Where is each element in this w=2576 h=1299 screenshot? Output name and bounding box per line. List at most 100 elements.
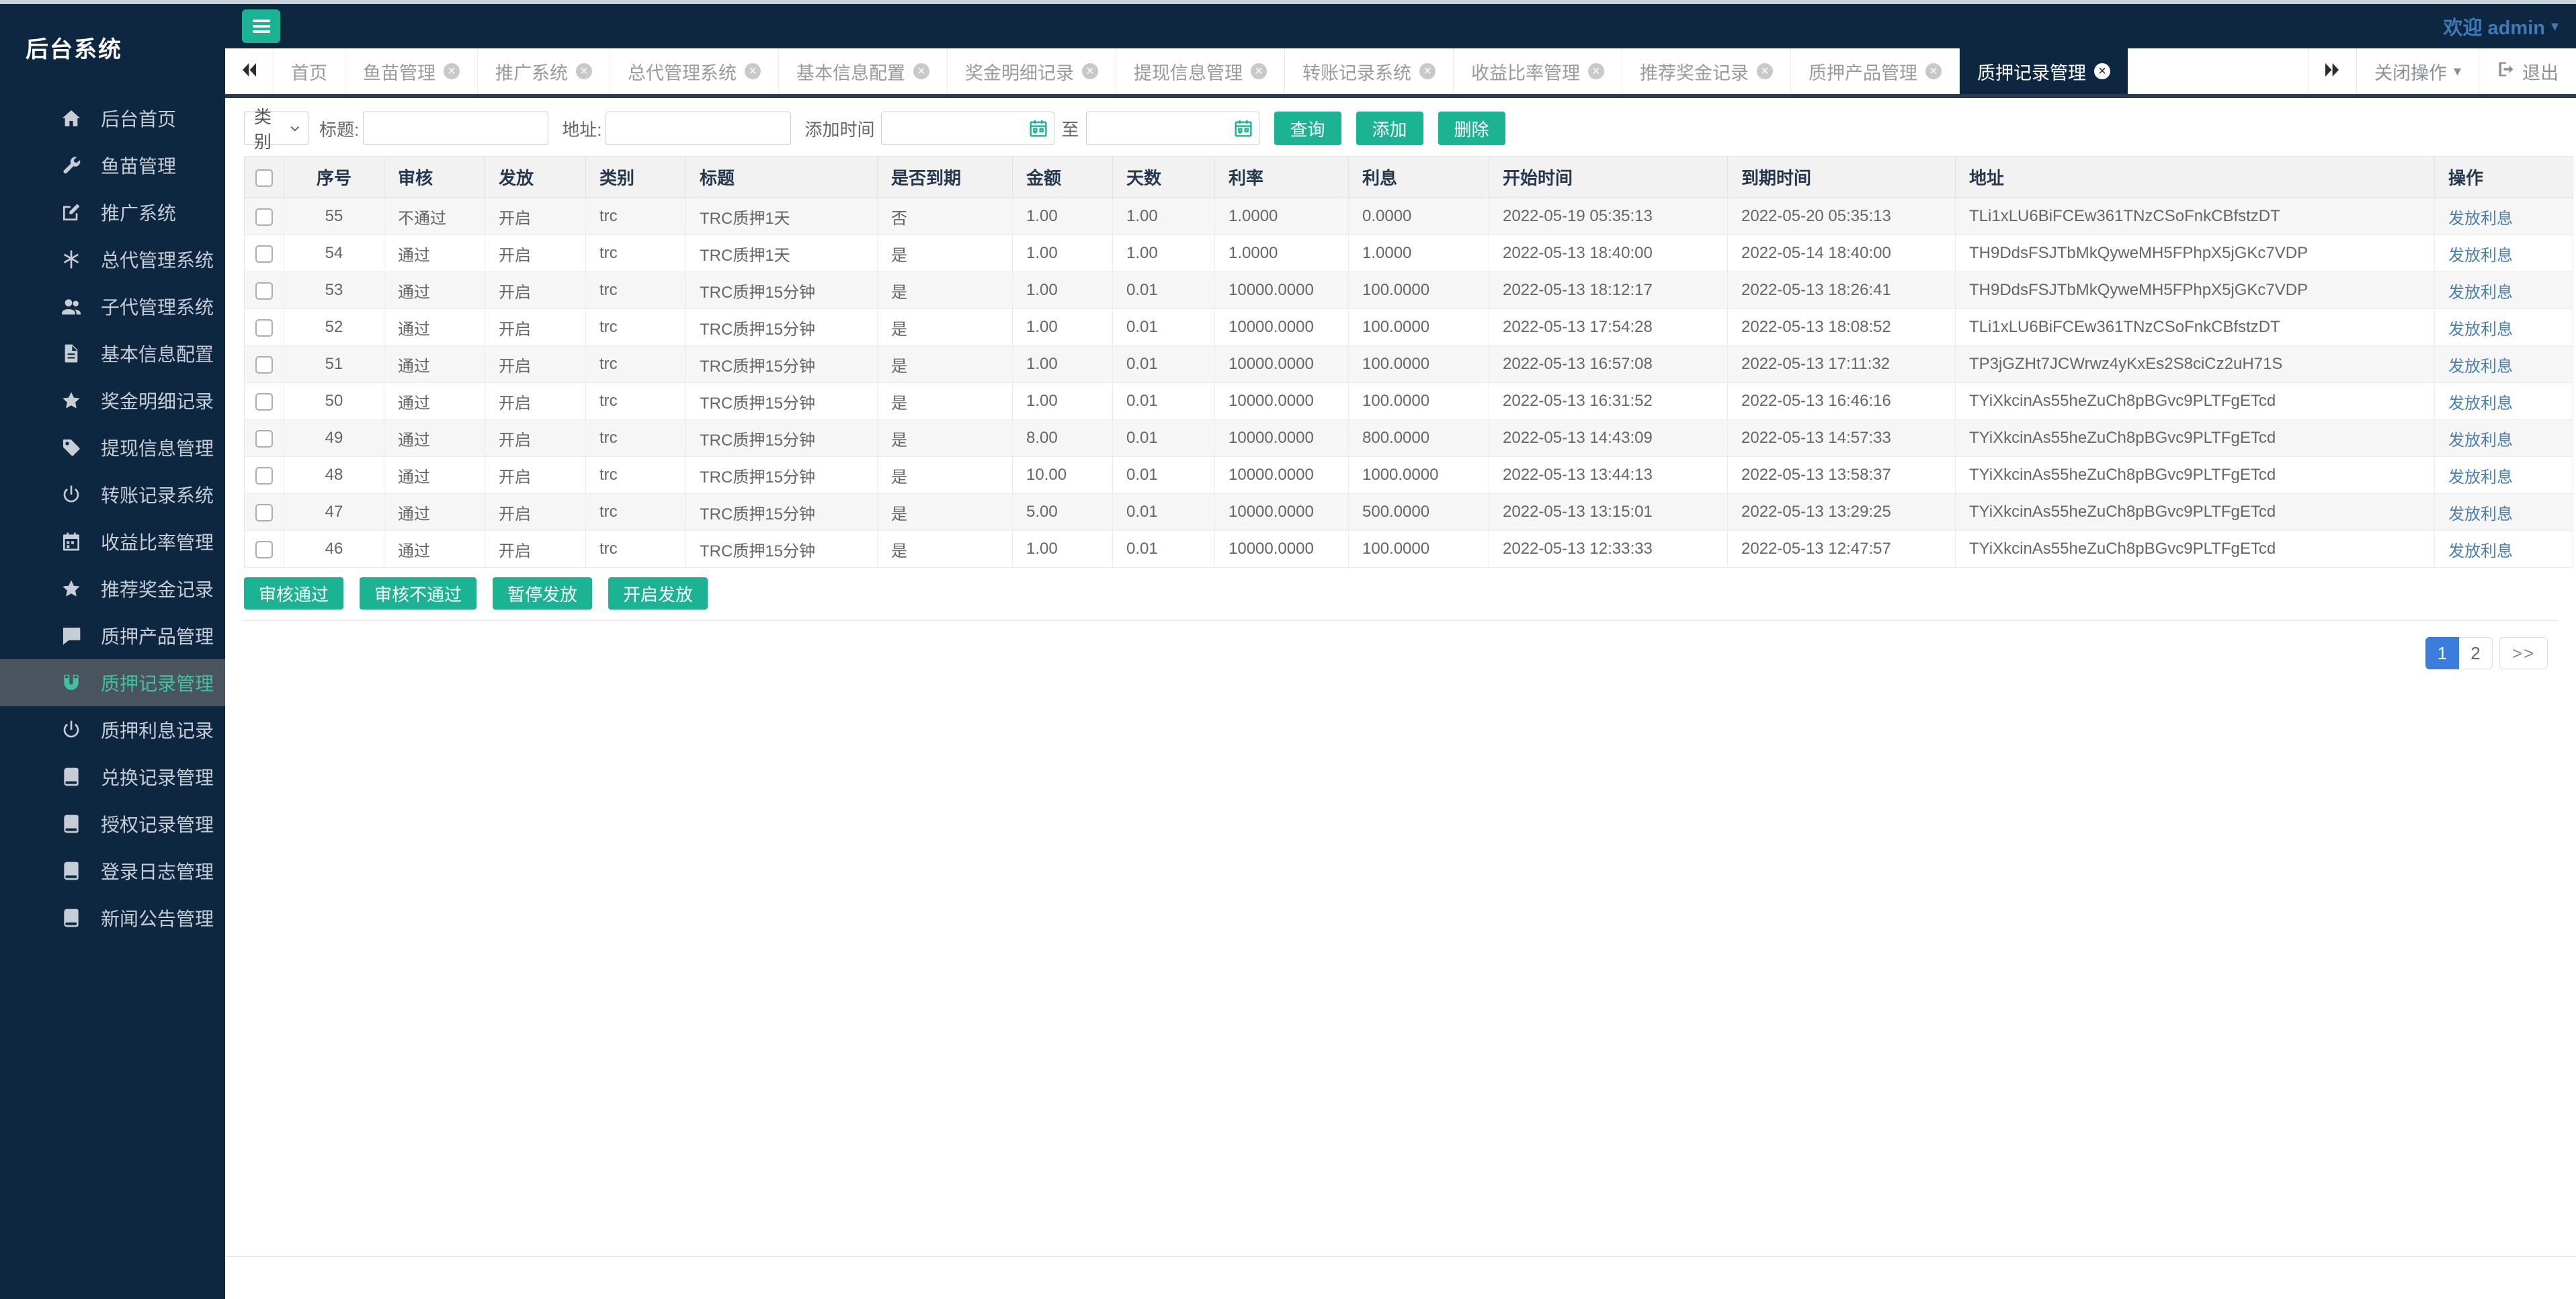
sidebar-item-9[interactable]: 转账记录系统	[0, 471, 225, 518]
sidebar-item-14[interactable]: 质押利息记录	[0, 706, 225, 753]
sidebar-item-3[interactable]: 推广系统	[0, 189, 225, 236]
sidebar-toggle-button[interactable]	[242, 9, 280, 43]
column-header-category: 类别	[585, 156, 686, 198]
row-checkbox[interactable]	[255, 208, 273, 226]
tab-close-icon[interactable]: ×	[1419, 63, 1436, 79]
page-button-2[interactable]: 2	[2459, 637, 2493, 669]
tab-12[interactable]: 质押记录管理 ×	[1960, 48, 2128, 94]
issue-interest-link[interactable]: 发放利息	[2448, 542, 2513, 560]
tab-close-icon[interactable]: ×	[1588, 63, 1604, 79]
tab-close-icon[interactable]: ×	[913, 63, 929, 79]
tab-6[interactable]: 奖金明细记录 ×	[948, 48, 1116, 94]
sign-out-icon	[2497, 60, 2516, 83]
tab-close-icon[interactable]: ×	[1757, 63, 1773, 79]
row-checkbox[interactable]	[255, 282, 273, 300]
cell-rate: 10000.0000	[1214, 419, 1349, 457]
sidebar-item-12[interactable]: 质押产品管理	[0, 612, 225, 659]
issue-interest-link[interactable]: 发放利息	[2448, 431, 2513, 450]
issue-interest-link[interactable]: 发放利息	[2448, 321, 2513, 339]
column-header-end: 到期时间	[1727, 156, 1956, 198]
column-header-audit: 审核	[384, 156, 485, 198]
row-checkbox[interactable]	[255, 429, 273, 448]
cell-id: 54	[284, 235, 384, 272]
close-operations-dropdown[interactable]: 关闭操作 ▾	[2356, 48, 2479, 94]
select-all-checkbox[interactable]	[255, 169, 273, 187]
batch-action-button-2[interactable]: 审核不通过	[360, 577, 477, 610]
tab-9[interactable]: 收益比率管理 ×	[1454, 48, 1622, 94]
cell-amount: 5.00	[1012, 493, 1113, 531]
page-button-1[interactable]: 1	[2425, 637, 2459, 669]
row-checkbox[interactable]	[255, 245, 273, 263]
sidebar-item-5[interactable]: 子代管理系统	[0, 283, 225, 330]
row-checkbox[interactable]	[255, 355, 273, 374]
sidebar-item-7[interactable]: 奖金明细记录	[0, 377, 225, 424]
cell-address: TYiXkcinAs55heZuCh8pBGvc9PLTFgETcd	[1955, 493, 2435, 531]
title-input[interactable]	[363, 112, 549, 145]
tab-5[interactable]: 基本信息配置 ×	[779, 48, 948, 94]
sidebar-item-6[interactable]: 基本信息配置	[0, 330, 225, 377]
cell-category: trc	[585, 308, 686, 346]
tab-close-icon[interactable]: ×	[1251, 63, 1267, 79]
sidebar-item-8[interactable]: 提现信息管理	[0, 424, 225, 471]
batch-action-button-1[interactable]: 审核通过	[244, 577, 344, 610]
batch-action-button-4[interactable]: 开启发放	[608, 577, 708, 610]
sidebar-item-4[interactable]: 总代管理系统	[0, 236, 225, 283]
category-select[interactable]: 类别	[244, 107, 308, 152]
tab-close-icon[interactable]: ×	[1925, 63, 1942, 79]
cell-check	[244, 345, 284, 383]
search-button[interactable]: 查询	[1274, 112, 1341, 145]
sidebar-item-1[interactable]: 后台首页	[0, 95, 225, 142]
cell-end: 2022-05-13 14:57:33	[1727, 419, 1956, 457]
tabs-scroll-left-button[interactable]	[225, 48, 274, 94]
sidebar-item-18[interactable]: 新闻公告管理	[0, 894, 225, 941]
asterisk-icon	[60, 249, 82, 270]
tab-10[interactable]: 推荐奖金记录 ×	[1622, 48, 1791, 94]
sidebar-item-2[interactable]: 鱼苗管理	[0, 142, 225, 189]
tab-4[interactable]: 总代管理系统 ×	[610, 48, 779, 94]
start-date-input[interactable]	[881, 112, 1055, 145]
tab-11[interactable]: 质押产品管理 ×	[1791, 48, 1960, 94]
tab-7[interactable]: 提现信息管理 ×	[1116, 48, 1285, 94]
tab-1[interactable]: 首页	[274, 48, 345, 94]
issue-interest-link[interactable]: 发放利息	[2448, 247, 2513, 265]
sidebar-item-15[interactable]: 兑换记录管理	[0, 753, 225, 800]
sidebar-item-label: 质押产品管理	[101, 626, 214, 647]
row-checkbox[interactable]	[255, 503, 273, 521]
tab-close-icon[interactable]: ×	[576, 63, 592, 79]
issue-interest-link[interactable]: 发放利息	[2448, 358, 2513, 376]
add-button[interactable]: 添加	[1356, 112, 1423, 145]
tab-8[interactable]: 转账记录系统 ×	[1285, 48, 1454, 94]
delete-button[interactable]: 删除	[1438, 112, 1505, 145]
cell-id: 49	[284, 419, 384, 457]
sidebar-item-17[interactable]: 登录日志管理	[0, 847, 225, 894]
sidebar-item-13[interactable]: 质押记录管理	[0, 659, 225, 706]
welcome-user-dropdown[interactable]: 欢迎 admin ▾	[2443, 12, 2559, 40]
tab-close-icon[interactable]: ×	[444, 63, 460, 79]
tabs-scroll-right-button[interactable]	[2307, 48, 2356, 94]
issue-interest-link[interactable]: 发放利息	[2448, 210, 2513, 228]
end-date-input[interactable]	[1085, 112, 1259, 145]
issue-interest-link[interactable]: 发放利息	[2448, 468, 2513, 487]
issue-interest-link[interactable]: 发放利息	[2448, 284, 2513, 302]
next-page-button[interactable]: >>	[2499, 637, 2548, 669]
batch-action-button-3[interactable]: 暂停发放	[493, 577, 593, 610]
row-checkbox[interactable]	[255, 392, 273, 411]
issue-interest-link[interactable]: 发放利息	[2448, 505, 2513, 523]
sidebar-item-16[interactable]: 授权记录管理	[0, 800, 225, 847]
row-checkbox[interactable]	[255, 466, 273, 485]
logout-button[interactable]: 退出	[2479, 48, 2576, 94]
tab-3[interactable]: 推广系统 ×	[478, 48, 610, 94]
tab-2[interactable]: 鱼苗管理 ×	[345, 48, 478, 94]
sidebar-item-11[interactable]: 推荐奖金记录	[0, 565, 225, 612]
sidebar-item-10[interactable]: 收益比率管理	[0, 518, 225, 565]
tab-close-icon[interactable]: ×	[1082, 63, 1098, 79]
tab-close-icon[interactable]: ×	[2094, 63, 2110, 79]
tab-label: 质押产品管理	[1809, 62, 1917, 83]
cell-check	[244, 493, 284, 531]
cell-action: 发放利息	[2434, 345, 2573, 383]
row-checkbox[interactable]	[255, 319, 273, 337]
tab-close-icon[interactable]: ×	[745, 63, 761, 79]
address-input[interactable]	[606, 112, 792, 145]
row-checkbox[interactable]	[255, 540, 273, 558]
issue-interest-link[interactable]: 发放利息	[2448, 394, 2513, 413]
